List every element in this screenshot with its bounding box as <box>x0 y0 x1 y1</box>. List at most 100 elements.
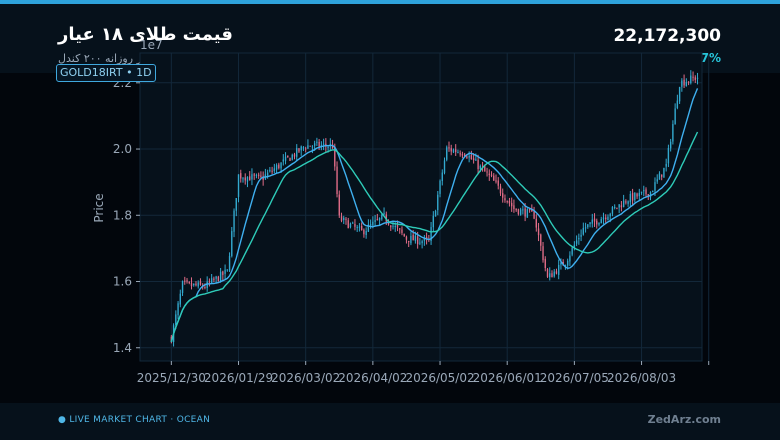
y-axis: 1.41.61.82.02.2 <box>113 76 140 355</box>
candle-body-down <box>517 209 520 215</box>
candle-body-up <box>609 213 611 217</box>
candle-body-up <box>421 241 423 244</box>
candle-body-up <box>352 222 354 224</box>
candle-body-down <box>645 189 647 195</box>
candle-body-down <box>533 211 535 219</box>
candle-body-down <box>625 201 627 203</box>
candle-body-up <box>638 192 641 197</box>
y-axis-label: Price <box>92 193 106 222</box>
candle-body-down <box>636 193 638 197</box>
candle-body-down <box>253 174 255 176</box>
candle-body-down <box>186 280 188 282</box>
brand-label[interactable]: ZedArz.com <box>648 413 721 426</box>
candle-body-up <box>381 214 383 220</box>
candle-body-up <box>549 273 551 278</box>
candle-body-up <box>228 256 231 271</box>
candle-body-down <box>555 271 558 274</box>
candle-body-down <box>477 159 479 170</box>
candle-body-down <box>459 153 461 155</box>
candle-body-up <box>669 141 672 149</box>
candle-body-down <box>661 174 663 177</box>
candle-body-down <box>542 246 544 261</box>
candle-body-up <box>569 255 571 262</box>
candle-body-up <box>674 108 676 125</box>
candle-body-down <box>466 156 468 158</box>
candle-body-up <box>522 209 524 211</box>
candle-body-up <box>215 276 217 279</box>
candle-body-down <box>631 192 634 201</box>
candle-body-up <box>584 227 587 229</box>
candle-body-up <box>558 264 560 275</box>
candle-body-up <box>374 220 376 222</box>
candle-body-down <box>692 76 694 78</box>
candle-body-down <box>455 149 457 153</box>
candle-body-down <box>213 278 215 280</box>
candle-body-down <box>528 209 531 211</box>
candle-body-up <box>300 146 302 151</box>
candle-body-down <box>293 154 296 157</box>
x-tick-label: 2026/06/01 <box>473 371 542 385</box>
candle-body-up <box>654 182 656 191</box>
candle-body-up <box>231 231 233 257</box>
candle-body-down <box>401 229 403 233</box>
candle-body-up <box>269 169 271 172</box>
candle-body-up <box>519 209 522 215</box>
candle-body-up <box>349 223 352 228</box>
candle-body-up <box>434 210 437 217</box>
candle-body-up <box>369 224 372 226</box>
candle-body-up <box>452 149 455 153</box>
candle-body-down <box>461 154 464 156</box>
candle-body-up <box>410 235 412 244</box>
y-tick-label: 1.4 <box>113 341 132 355</box>
candle-body-down <box>546 269 549 277</box>
candle-body-up <box>575 240 578 244</box>
candle-body-down <box>304 148 307 150</box>
candle-body-up <box>591 219 593 224</box>
plot-area <box>139 52 703 362</box>
candle-body-up <box>383 213 385 215</box>
candle-body-down <box>412 234 414 241</box>
candle-body-up <box>475 159 477 161</box>
candle-body-down <box>376 219 379 221</box>
candle-body-down <box>537 228 540 236</box>
candle-body-down <box>208 281 211 283</box>
candle-body-up <box>343 217 345 220</box>
candle-body-down <box>495 180 497 182</box>
symbol-badge[interactable]: GOLD18IRT • 1D <box>56 64 156 82</box>
candle-body-up <box>663 167 665 178</box>
candle-body-down <box>347 220 349 229</box>
candle-body-up <box>251 174 253 180</box>
candle-body-up <box>358 226 361 228</box>
candle-body-up <box>607 216 609 221</box>
candle-body-up <box>284 156 287 161</box>
candle-body-up <box>656 179 658 182</box>
candle-body-down <box>403 233 405 237</box>
candle-body-up <box>441 172 443 181</box>
y-multiplier: 1e7 <box>140 38 163 52</box>
candle-body-down <box>508 200 511 204</box>
candle-body-up <box>685 82 688 87</box>
candle-body-up <box>681 80 683 87</box>
candle-body-up <box>622 200 625 208</box>
candle-body-up <box>479 165 482 169</box>
candle-body-down <box>204 287 206 289</box>
candle-body-down <box>470 154 473 160</box>
candle-body-up <box>282 159 284 162</box>
y-tick-label: 1.6 <box>113 275 132 289</box>
x-tick-label: 2026/05/02 <box>405 371 474 385</box>
candle-body-down <box>199 281 202 285</box>
candle-body-up <box>582 227 585 235</box>
candle-body-down <box>184 280 186 282</box>
candle-body-down <box>271 170 273 172</box>
candle-body-down <box>504 198 506 201</box>
candle-body-up <box>175 314 177 326</box>
candle-body-down <box>484 166 486 172</box>
candle-body-down <box>336 166 338 194</box>
candle-body-up <box>432 215 435 228</box>
candle-body-up <box>316 141 318 143</box>
candle-body-up <box>392 225 394 227</box>
live-chart-label: ● LIVE MARKET CHART · OCEAN <box>58 415 211 425</box>
candle-body-up <box>197 282 199 287</box>
candle-body-down <box>620 205 623 208</box>
candle-body-up <box>233 210 235 232</box>
